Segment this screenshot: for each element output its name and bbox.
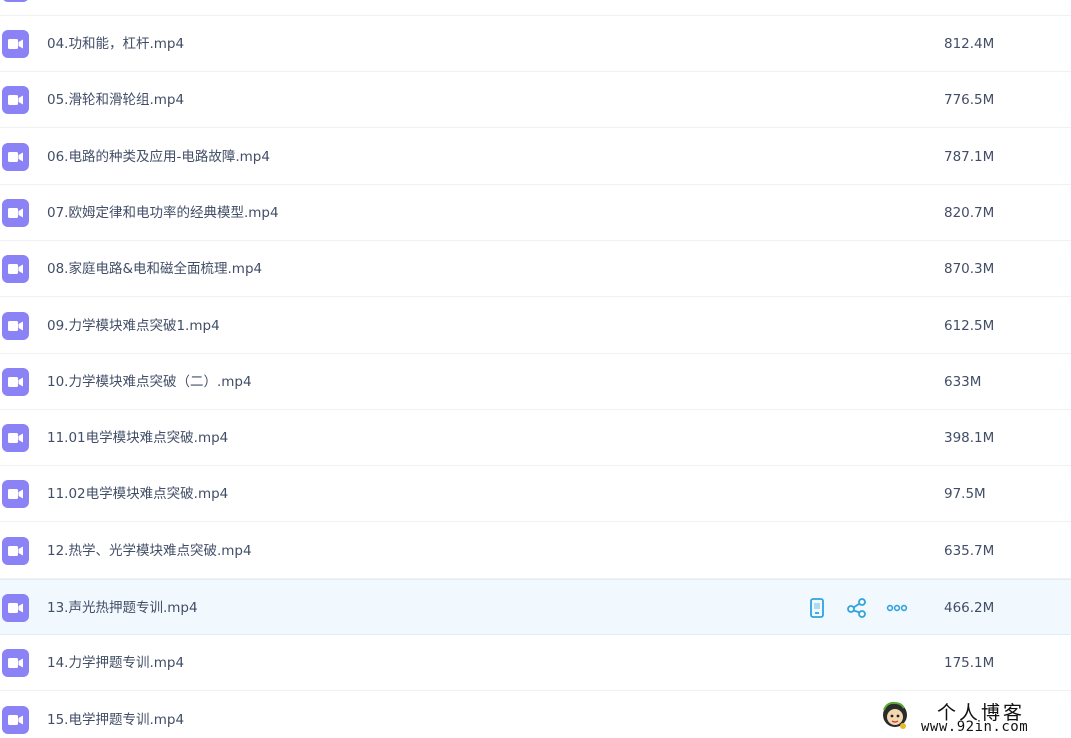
video-file-icon <box>2 368 29 396</box>
avatar <box>883 701 907 729</box>
video-file-icon <box>2 649 29 677</box>
video-file-icon <box>2 86 29 114</box>
file-name-link[interactable]: 11.01电学模块难点突破.mp4 <box>47 410 228 466</box>
file-name-link[interactable]: 13.声光热押题专训.mp4 <box>47 580 198 636</box>
video-file-icon <box>2 706 29 734</box>
file-size: 398.1M <box>944 430 995 446</box>
video-file-icon <box>2 199 29 227</box>
table-row-partial[interactable] <box>0 0 1071 16</box>
file-name-link[interactable]: 05.滑轮和滑轮组.mp4 <box>47 72 184 128</box>
file-name-link[interactable]: 04.功和能，杠杆.mp4 <box>47 16 184 72</box>
file-name-link[interactable]: 08.家庭电路&电和磁全面梳理.mp4 <box>47 241 262 297</box>
file-name-link[interactable]: 07.欧姆定律和电功率的经典模型.mp4 <box>47 185 279 241</box>
video-file-icon <box>2 30 29 58</box>
table-row[interactable]: 05.滑轮和滑轮组.mp4 776.5M <box>0 72 1071 128</box>
file-size: 633M <box>944 374 982 390</box>
file-size: 175.1M <box>944 655 995 671</box>
video-file-icon <box>2 424 29 452</box>
table-row[interactable]: 10.力学模块难点突破（二）.mp4 633M <box>0 354 1071 410</box>
table-row[interactable]: 09.力学模块难点突破1.mp4 612.5M <box>0 298 1071 354</box>
file-name-link[interactable]: 10.力学模块难点突破（二）.mp4 <box>47 354 252 410</box>
file-size: 776.5M <box>944 92 995 108</box>
file-size: 612.5M <box>944 318 995 334</box>
share-icon[interactable] <box>846 597 868 619</box>
video-file-icon <box>2 537 29 565</box>
video-file-icon <box>2 480 29 508</box>
file-size: 787.1M <box>944 149 995 165</box>
table-row[interactable]: 07.欧姆定律和电功率的经典模型.mp4 820.7M <box>0 185 1071 241</box>
table-row[interactable]: 12.热学、光学模块难点突破.mp4 635.7M <box>0 523 1071 579</box>
video-file-icon <box>2 0 29 2</box>
table-row[interactable]: 06.电路的种类及应用-电路故障.mp4 787.1M <box>0 129 1071 185</box>
file-size: 97.5M <box>944 486 986 502</box>
file-size: 870.3M <box>944 261 995 277</box>
watermark-url: www.92in.com <box>921 719 1029 735</box>
video-file-icon <box>2 143 29 171</box>
file-name-link[interactable]: 06.电路的种类及应用-电路故障.mp4 <box>47 129 270 185</box>
table-row[interactable]: 14.力学押题专训.mp4 175.1M <box>0 635 1071 691</box>
video-file-icon <box>2 594 29 622</box>
file-size: 812.4M <box>944 36 995 52</box>
table-row[interactable]: 04.功和能，杠杆.mp4 812.4M <box>0 16 1071 72</box>
video-file-icon <box>2 312 29 340</box>
file-name-link[interactable]: 09.力学模块难点突破1.mp4 <box>47 298 220 354</box>
file-name-link[interactable]: 12.热学、光学模块难点突破.mp4 <box>47 523 252 579</box>
file-size: 635.7M <box>944 543 995 559</box>
file-name-link[interactable]: 15.电学押题专训.mp4 <box>47 692 184 738</box>
more-icon[interactable] <box>886 597 908 619</box>
video-file-icon <box>2 255 29 283</box>
file-size: 466.2M <box>944 600 995 616</box>
table-row[interactable]: 08.家庭电路&电和磁全面梳理.mp4 870.3M <box>0 241 1071 297</box>
file-name-link[interactable]: 14.力学押题专训.mp4 <box>47 635 184 691</box>
table-row[interactable]: 13.声光热押题专训.mp4 466.2M <box>0 579 1071 635</box>
phone-icon[interactable] <box>806 597 828 619</box>
file-list: 04.功和能，杠杆.mp4 812.4M 05.滑轮和滑轮组.mp4 776.5M 06… <box>0 0 1071 738</box>
table-row[interactable]: 11.02电学模块难点突破.mp4 97.5M <box>0 466 1071 522</box>
file-name-link[interactable]: 11.02电学模块难点突破.mp4 <box>47 466 228 522</box>
file-size: 820.7M <box>944 205 995 221</box>
table-row[interactable]: 11.01电学模块难点突破.mp4 398.1M <box>0 410 1071 466</box>
watermark: 个人博客 www.92in.com <box>875 697 1071 738</box>
